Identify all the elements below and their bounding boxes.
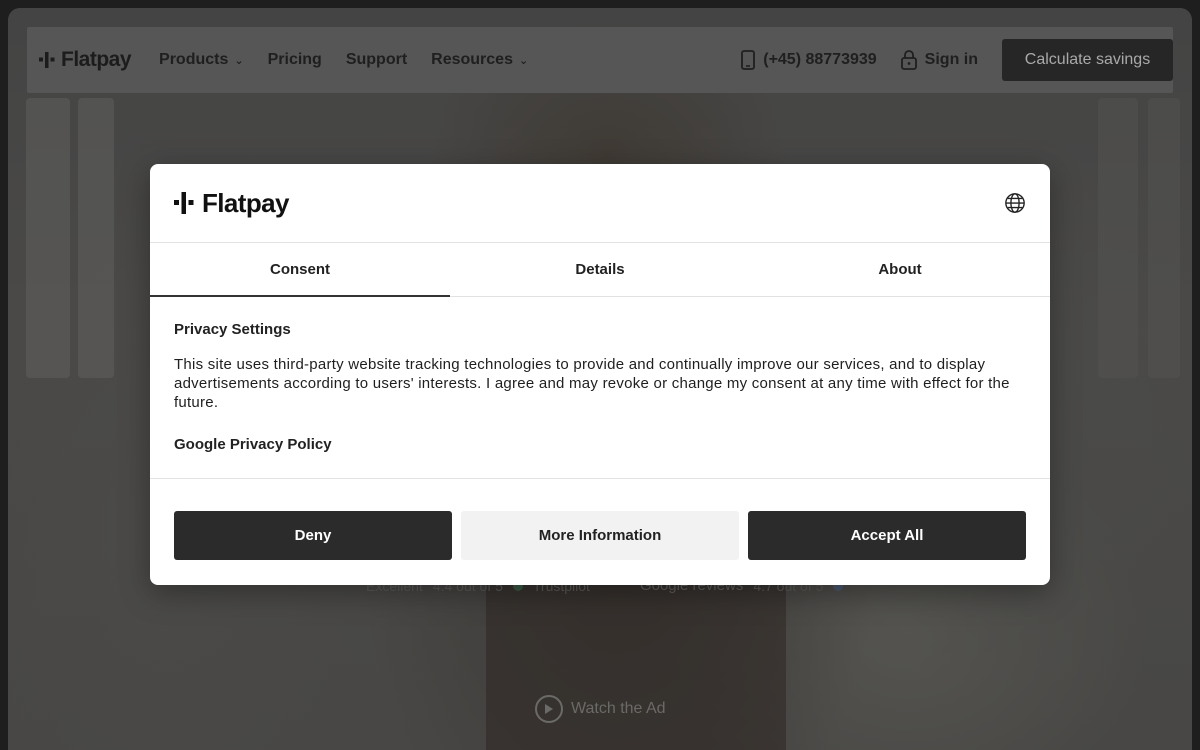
calculate-savings-button[interactable]: Calculate savings (1002, 39, 1173, 81)
phone-number: (+45) 88773939 (763, 51, 877, 68)
tab-about[interactable]: About (750, 243, 1050, 296)
consent-description: This site uses third-party website track… (174, 356, 1010, 411)
dialog-body: Privacy Settings This site uses third-pa… (150, 297, 1050, 479)
phone-link[interactable]: (+45) 88773939 (741, 50, 877, 70)
nav-pricing-label: Pricing (267, 51, 322, 68)
watch-ad-link[interactable]: Watch the Ad (535, 695, 666, 723)
consent-dialog: Flatpay Consent Details About Privacy Se… (150, 164, 1050, 585)
background-column (1148, 98, 1180, 378)
tab-consent[interactable]: Consent (150, 243, 450, 297)
nav-links: Products ⌄ Pricing Support Resources ⌄ (159, 51, 528, 69)
chevron-down-icon: ⌄ (234, 54, 244, 67)
flatpay-logo-icon (39, 52, 55, 68)
background-column (78, 98, 114, 378)
privacy-settings-title: Privacy Settings (174, 321, 291, 338)
lock-icon (900, 50, 917, 70)
nav-resources-label: Resources (431, 51, 513, 68)
flatpay-logo[interactable]: Flatpay (39, 48, 132, 72)
nav-pricing[interactable]: Pricing (268, 51, 322, 69)
deny-button[interactable]: Deny (174, 511, 452, 560)
google-privacy-policy-link[interactable]: Google Privacy Policy (174, 436, 1026, 453)
dialog-logo: Flatpay (174, 188, 289, 219)
accept-all-button[interactable]: Accept All (748, 511, 1026, 560)
dialog-logo-text: Flatpay (202, 187, 289, 218)
top-navbar: Flatpay Products ⌄ Pricing Support Resou… (27, 27, 1173, 93)
chevron-down-icon: ⌄ (518, 54, 529, 67)
more-information-button[interactable]: More Information (461, 511, 739, 560)
dialog-footer: Deny More Information Accept All (150, 479, 1050, 560)
watch-ad-label: Watch the Ad (571, 700, 666, 717)
phone-icon (741, 50, 756, 70)
background-column (1098, 98, 1138, 378)
tab-details[interactable]: Details (450, 243, 750, 296)
background-column (26, 98, 70, 378)
dialog-tabs: Consent Details About (150, 243, 1050, 297)
nav-support-label: Support (345, 51, 408, 68)
nav-products[interactable]: Products ⌄ (159, 51, 244, 69)
nav-resources[interactable]: Resources ⌄ (431, 51, 528, 69)
flatpay-logo-icon (174, 192, 194, 214)
signin-label: Sign in (924, 51, 978, 68)
signin-link[interactable]: Sign in (900, 50, 978, 70)
nav-products-label: Products (159, 51, 229, 68)
dialog-header: Flatpay (150, 164, 1050, 243)
logo-text: Flatpay (61, 48, 132, 71)
play-icon (535, 695, 563, 723)
nav-right: (+45) 88773939 Sign in Calculate savings (741, 39, 1173, 81)
nav-support[interactable]: Support (346, 51, 407, 69)
globe-icon[interactable] (1004, 192, 1026, 214)
